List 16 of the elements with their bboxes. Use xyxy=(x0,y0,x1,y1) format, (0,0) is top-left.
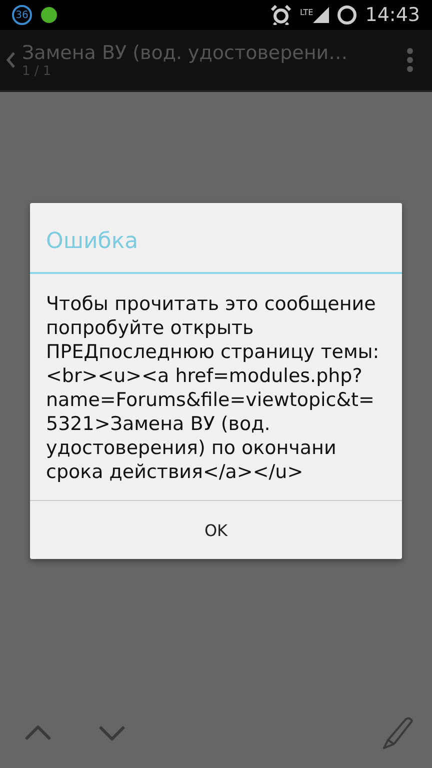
back-chevron-icon[interactable] xyxy=(6,51,16,69)
pencil-icon[interactable] xyxy=(382,716,414,750)
signal-icon xyxy=(313,7,330,23)
overflow-menu-icon[interactable] xyxy=(406,47,414,73)
network-type: LTE xyxy=(300,8,314,17)
alarm-icon xyxy=(270,5,292,25)
app-notification-icon xyxy=(40,6,58,24)
dialog-title: Ошибка xyxy=(30,203,402,274)
ok-button[interactable]: OK xyxy=(30,501,402,559)
topic-title: Замена ВУ (вод. удостоверени… xyxy=(22,42,349,64)
battery-ring-icon xyxy=(337,5,358,25)
clock-time: 14:43 xyxy=(365,4,420,26)
dialog-message: Чтобы прочитать это сообщение попробуйте открыть ПРЕДпоследнюю страницу темы:<br><u><a href=modules.php?name=Forums&file=viewtopic&t=5321>Замена ВУ (вод. удостоверения) по окончани срока действия</a></u> xyxy=(45,292,380,485)
down-chevron-icon[interactable] xyxy=(98,724,126,742)
up-chevron-icon[interactable] xyxy=(24,724,52,742)
notification-count: 36 xyxy=(12,5,32,25)
